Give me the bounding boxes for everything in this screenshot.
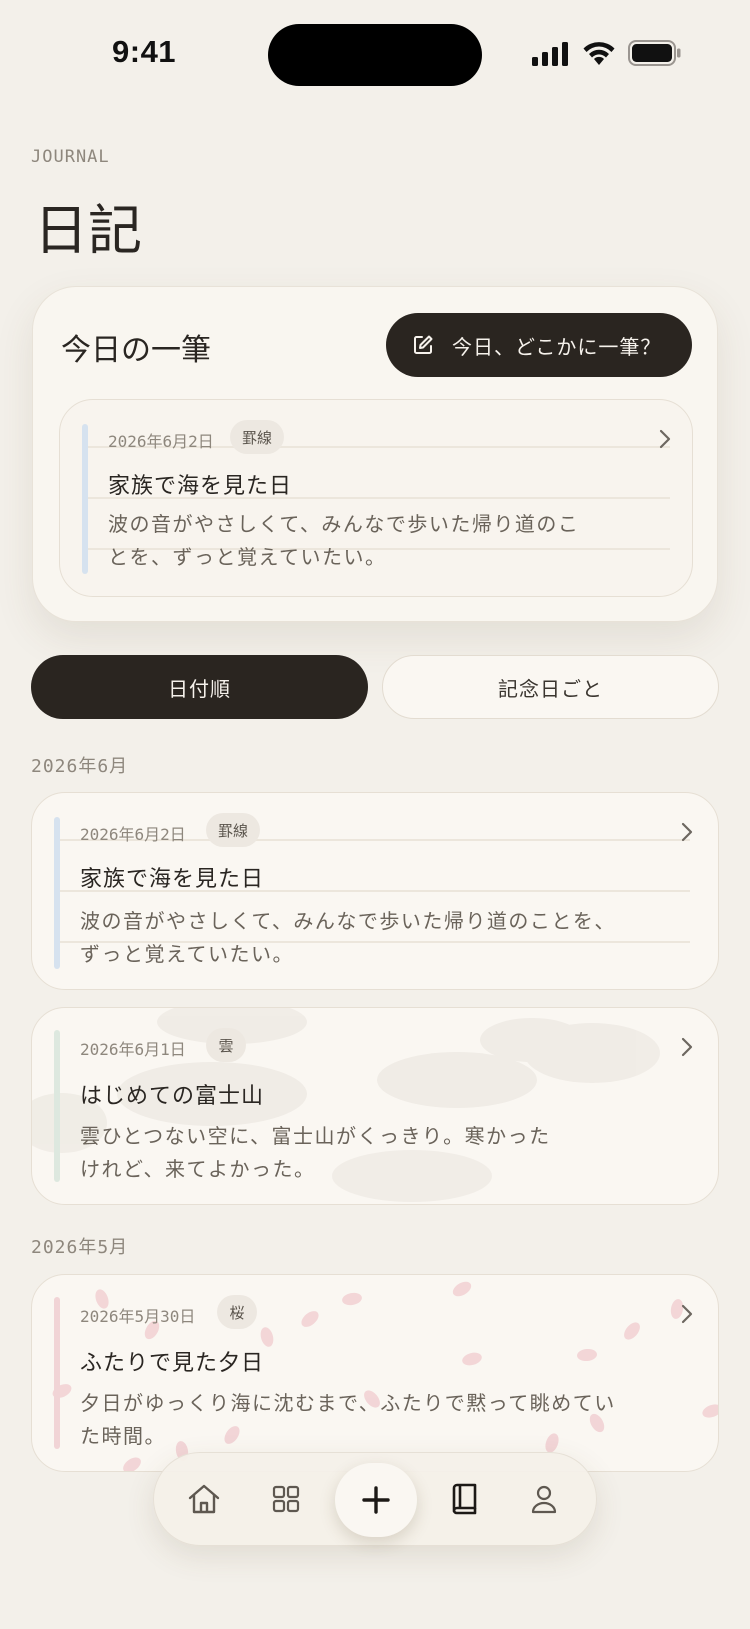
entry-date: 2026年6月1日 xyxy=(80,1040,186,1059)
today-card-title: 今日の一筆 xyxy=(61,333,211,368)
entry-paper-badge: 罫線 xyxy=(230,420,285,454)
entry-date: 2026年6月2日 xyxy=(80,825,186,844)
entry-excerpt-line: けれど、来てよかった。 xyxy=(80,1157,316,1181)
entry-date: 2026年5月30日 xyxy=(80,1307,196,1326)
write-today-button[interactable]: 今日、どこかに一筆？ xyxy=(386,313,692,377)
dynamic-island xyxy=(268,24,482,86)
entry-excerpt-line: ずっと覚えていたい。 xyxy=(80,942,294,966)
signal-icon xyxy=(532,42,568,66)
bottom-tab-bar xyxy=(153,1452,597,1546)
entry-excerpt-line: た時間。 xyxy=(80,1424,166,1448)
chevron-right-icon xyxy=(681,822,693,842)
page-title: 日記 xyxy=(34,199,142,262)
tab-journal[interactable] xyxy=(444,1479,484,1519)
entry-title: 家族で海を見た日 xyxy=(108,474,293,499)
home-icon xyxy=(188,1484,220,1514)
entry-paper-badge: 桜 xyxy=(217,1295,257,1329)
entry-excerpt-line: 夕日がゆっくり海に沈むまで、ふたりで黙って眺めてい xyxy=(80,1391,616,1415)
compose-icon xyxy=(414,335,433,354)
entry-title: 家族で海を見た日 xyxy=(80,867,265,892)
person-icon xyxy=(531,1485,557,1514)
sort-by-date-tab[interactable]: 日付順 xyxy=(31,655,368,719)
entry-excerpt: 波の音がやさしくて、みんなで歩いた帰り道のこ とを、ずっと覚えていたい。 xyxy=(108,508,579,574)
entry-excerpt: 夕日がゆっくり海に沈むまで、ふたりで黙って眺めてい た時間。 xyxy=(80,1387,616,1453)
status-time: 9:41 xyxy=(112,34,177,69)
plus-icon xyxy=(362,1486,390,1514)
entry-excerpt: 雲ひとつない空に、富士山がくっきり。寒かった けれど、来てよかった。 xyxy=(80,1120,551,1186)
battery-icon xyxy=(628,40,681,66)
tab-home[interactable] xyxy=(184,1479,224,1519)
featured-entry-card[interactable]: 2026年6月2日 罫線 家族で海を見た日 波の音がやさしくて、みんなで歩いた帰… xyxy=(59,399,693,597)
entry-accent-bar xyxy=(54,817,60,969)
entry-card[interactable]: 2026年5月30日 桜 ふたりで見た夕日 夕日がゆっくり海に沈むまで、ふたりで… xyxy=(31,1274,719,1472)
entry-excerpt-line: 雲ひとつない空に、富士山がくっきり。寒かった xyxy=(80,1124,551,1148)
today-card: 今日の一筆 今日、どこかに一筆？ 2026年6月2日 罫線 家族で海を見た日 波… xyxy=(32,286,718,622)
entry-title: はじめての富士山 xyxy=(80,1084,265,1109)
wifi-icon xyxy=(583,42,615,65)
entry-accent-bar xyxy=(54,1297,60,1449)
entry-title: ふたりで見た夕日 xyxy=(80,1351,265,1376)
chevron-right-icon xyxy=(681,1037,693,1057)
entry-paper-badge: 雲 xyxy=(206,1028,246,1062)
entry-accent-bar xyxy=(54,1030,60,1182)
chevron-right-icon xyxy=(659,429,671,449)
page-eyebrow: JOURNAL xyxy=(31,147,110,167)
chevron-right-icon xyxy=(681,1304,693,1324)
entry-excerpt-line: とを、ずっと覚えていたい。 xyxy=(108,545,387,569)
grid-icon xyxy=(272,1485,300,1513)
add-entry-button[interactable] xyxy=(335,1463,417,1537)
sort-by-anniversary-tab[interactable]: 記念日ごと xyxy=(382,655,719,719)
journal-screen: 9:41 JOURNAL 日記 今日の一筆 今日、どこかに一筆？ 2026年6月… xyxy=(0,0,750,1629)
entry-card[interactable]: 2026年6月1日 雲 はじめての富士山 雲ひとつない空に、富士山がくっきり。寒… xyxy=(31,1007,719,1205)
entry-paper-badge: 罫線 xyxy=(206,813,261,847)
tab-grid[interactable] xyxy=(266,1479,306,1519)
book-icon xyxy=(452,1483,477,1515)
write-today-label: 今日、どこかに一筆？ xyxy=(452,334,662,359)
entry-excerpt: 波の音がやさしくて、みんなで歩いた帰り道のことを、 ずっと覚えていたい。 xyxy=(80,905,616,971)
entry-excerpt-line: 波の音がやさしくて、みんなで歩いた帰り道のこ xyxy=(108,512,580,536)
entry-card[interactable]: 2026年6月2日 罫線 家族で海を見た日 波の音がやさしくて、みんなで歩いた帰… xyxy=(31,792,719,990)
tab-profile[interactable] xyxy=(524,1479,564,1519)
entry-excerpt-line: 波の音がやさしくて、みんなで歩いた帰り道のことを、 xyxy=(80,909,616,933)
month-section-label: 2026年6月 xyxy=(31,756,129,777)
entry-date: 2026年6月2日 xyxy=(108,432,214,451)
month-section-label: 2026年5月 xyxy=(31,1237,129,1258)
entry-accent-bar xyxy=(82,424,88,574)
